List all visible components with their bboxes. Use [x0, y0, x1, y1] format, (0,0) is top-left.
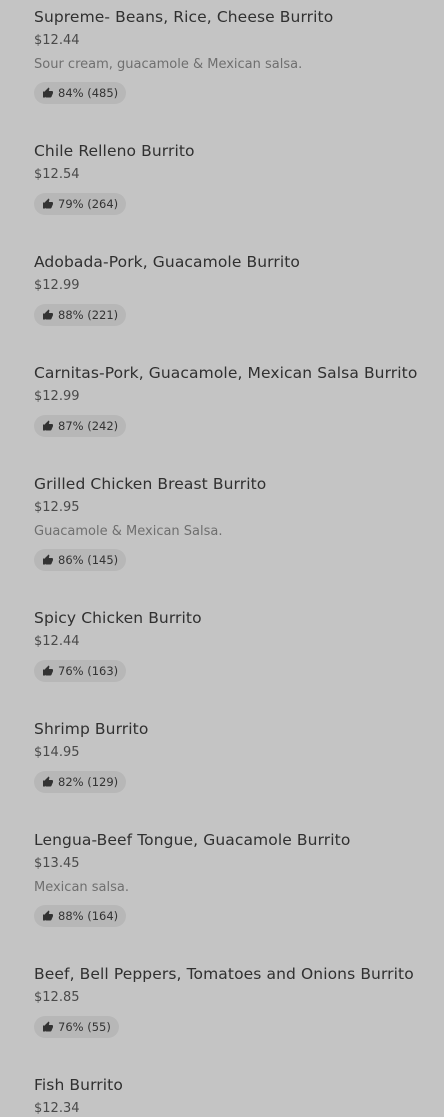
menu-item-name: Chile Relleno Burrito — [34, 142, 195, 160]
rating-badge: 87% (242) — [34, 415, 127, 437]
menu-item[interactable]: Carnitas-Pork, Guacamole, Mexican Salsa … — [0, 364, 444, 437]
thumbs-up-icon — [42, 776, 54, 788]
thumbs-up-icon — [42, 420, 54, 432]
rating-badge: 86% (145) — [34, 549, 127, 571]
menu-item-name: Carnitas-Pork, Guacamole, Mexican Salsa … — [34, 364, 418, 382]
menu-item-description: Mexican salsa. — [34, 880, 129, 895]
menu-item[interactable]: Grilled Chicken Breast Burrito $12.95 Gu… — [0, 475, 444, 571]
menu-item[interactable]: Fish Burrito $12.34 — [0, 1076, 444, 1117]
rating-badge: 79% (264) — [34, 193, 127, 215]
menu-item-name: Fish Burrito — [34, 1076, 123, 1094]
menu-item-description: Sour cream, guacamole & Mexican salsa. — [34, 57, 303, 72]
thumbs-up-icon — [42, 665, 54, 677]
rating-text: 76% (163) — [58, 664, 119, 678]
menu-item-price: $13.45 — [34, 856, 80, 871]
menu-item[interactable]: Spicy Chicken Burrito $12.44 76% (163) — [0, 609, 444, 682]
rating-text: 82% (129) — [58, 775, 119, 789]
menu-item-price: $12.44 — [34, 634, 80, 649]
menu-item-price: $12.34 — [34, 1101, 80, 1116]
menu-item[interactable]: Adobada-Pork, Guacamole Burrito $12.99 8… — [0, 253, 444, 326]
menu-item-description: Guacamole & Mexican Salsa. — [34, 524, 223, 539]
rating-text: 88% (164) — [58, 909, 119, 923]
thumbs-up-icon — [42, 910, 54, 922]
menu-item-price: $12.44 — [34, 33, 80, 48]
rating-text: 86% (145) — [58, 553, 119, 567]
menu-item[interactable]: Chile Relleno Burrito $12.54 79% (264) — [0, 142, 444, 215]
menu-item-price: $14.95 — [34, 745, 80, 760]
thumbs-up-icon — [42, 1021, 54, 1033]
rating-badge: 84% (485) — [34, 82, 127, 104]
rating-text: 87% (242) — [58, 419, 119, 433]
menu-item[interactable]: Beef, Bell Peppers, Tomatoes and Onions … — [0, 965, 444, 1038]
rating-badge: 82% (129) — [34, 771, 127, 793]
thumbs-up-icon — [42, 87, 54, 99]
menu-item[interactable]: Supreme- Beans, Rice, Cheese Burrito $12… — [0, 8, 444, 104]
menu-item-name: Adobada-Pork, Guacamole Burrito — [34, 253, 301, 271]
menu-item-name: Beef, Bell Peppers, Tomatoes and Onions … — [34, 965, 414, 983]
rating-badge: 76% (55) — [34, 1016, 119, 1038]
rating-text: 76% (55) — [58, 1020, 111, 1034]
menu-item-price: $12.95 — [34, 500, 80, 515]
menu-item-price: $12.85 — [34, 990, 80, 1005]
menu-item-price: $12.54 — [34, 167, 80, 182]
rating-badge: 88% (164) — [34, 905, 127, 927]
menu-item-name: Shrimp Burrito — [34, 720, 149, 738]
rating-text: 84% (485) — [58, 86, 119, 100]
menu-item-name: Grilled Chicken Breast Burrito — [34, 475, 267, 493]
menu-item-name: Lengua-Beef Tongue, Guacamole Burrito — [34, 831, 351, 849]
menu-item-price: $12.99 — [34, 278, 80, 293]
thumbs-up-icon — [42, 554, 54, 566]
menu-item-price: $12.99 — [34, 389, 80, 404]
menu-item[interactable]: Lengua-Beef Tongue, Guacamole Burrito $1… — [0, 831, 444, 927]
menu-item-name: Spicy Chicken Burrito — [34, 609, 202, 627]
rating-text: 79% (264) — [58, 197, 119, 211]
rating-badge: 76% (163) — [34, 660, 127, 682]
rating-text: 88% (221) — [58, 308, 119, 322]
rating-badge: 88% (221) — [34, 304, 127, 326]
menu-item[interactable]: Shrimp Burrito $14.95 82% (129) — [0, 720, 444, 793]
thumbs-up-icon — [42, 309, 54, 321]
thumbs-up-icon — [42, 198, 54, 210]
menu-item-list: Supreme- Beans, Rice, Cheese Burrito $12… — [0, 0, 444, 1116]
menu-item-name: Supreme- Beans, Rice, Cheese Burrito — [34, 8, 334, 26]
